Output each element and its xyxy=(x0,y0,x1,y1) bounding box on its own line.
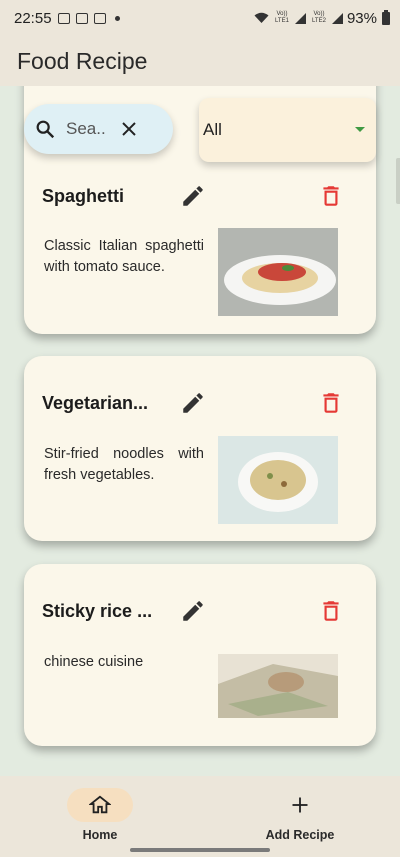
nav-home-indicator xyxy=(67,788,133,822)
recipe-card[interactable]: Sticky rice ... chinese cuisine xyxy=(24,564,376,746)
recipe-description: chinese cuisine xyxy=(44,654,144,670)
noodles-image xyxy=(218,436,338,524)
recipe-title: Sticky rice ... xyxy=(42,601,153,621)
wifi-icon xyxy=(254,12,269,23)
capture-icon xyxy=(93,12,106,24)
category-selected: All xyxy=(203,120,222,139)
app-bar: Food Recipe xyxy=(0,36,400,86)
recipe-list[interactable]: Spaghetti Classic Italian spaghetti with… xyxy=(0,86,400,776)
delete-icon[interactable] xyxy=(318,598,344,624)
recipe-title: Spaghetti xyxy=(42,186,125,206)
notification-dot-icon xyxy=(114,15,120,21)
plus-icon xyxy=(292,797,308,813)
nav-add-recipe[interactable]: Add Recipe xyxy=(235,788,365,842)
signal-icon xyxy=(294,12,306,24)
recipe-image xyxy=(218,228,338,316)
recipe-title: Vegetarian... xyxy=(42,393,149,413)
nav-home[interactable]: Home xyxy=(35,788,165,842)
status-time: 22:55 xyxy=(14,9,52,27)
delete-icon[interactable] xyxy=(318,390,344,416)
recipe-description: Stir-fried noodles with fresh vegetables… xyxy=(44,446,204,483)
network-1-label: Vo)) LTE1 xyxy=(275,11,289,24)
screenshot-icon xyxy=(57,12,70,24)
search-input[interactable]: Sea... xyxy=(24,104,173,154)
nav-add-indicator xyxy=(267,788,333,822)
dropdown-arrow-icon xyxy=(355,127,365,132)
spaghetti-image xyxy=(218,228,338,316)
delete-icon[interactable] xyxy=(318,183,344,209)
gallery-icon xyxy=(75,12,88,24)
edit-icon[interactable] xyxy=(180,390,206,416)
status-bar: 22:55 Vo)) LTE1 Vo)) LTE2 93% xyxy=(0,0,400,36)
battery-percent: 93% xyxy=(346,9,377,27)
recipe-description: Classic Italian spaghetti with tomato sa… xyxy=(44,238,204,275)
close-icon[interactable] xyxy=(120,120,138,138)
status-right: Vo)) LTE1 Vo)) LTE2 93% xyxy=(254,9,390,27)
sticky-rice-image xyxy=(218,654,338,718)
home-icon xyxy=(89,795,111,814)
nav-add-label: Add Recipe xyxy=(265,828,335,842)
recipe-card[interactable]: Vegetarian... Stir-fried noodles with fr… xyxy=(24,356,376,541)
network-2-label: Vo)) LTE2 xyxy=(312,11,326,24)
scroll-edge-handle[interactable] xyxy=(396,158,400,204)
search-value: Sea... xyxy=(66,119,106,138)
signal-icon xyxy=(331,12,343,24)
page-title: Food Recipe xyxy=(17,47,148,74)
recipe-image xyxy=(218,654,338,718)
status-left: 22:55 xyxy=(14,10,120,27)
bottom-nav: Home Add Recipe xyxy=(0,776,400,857)
edit-icon[interactable] xyxy=(180,183,206,209)
category-dropdown[interactable]: All xyxy=(199,98,376,162)
nav-home-label: Home xyxy=(82,828,118,842)
edit-icon[interactable] xyxy=(180,598,206,624)
gesture-bar[interactable] xyxy=(130,848,270,852)
search-icon xyxy=(36,120,55,139)
battery-icon xyxy=(382,9,390,25)
recipe-image xyxy=(218,436,338,524)
